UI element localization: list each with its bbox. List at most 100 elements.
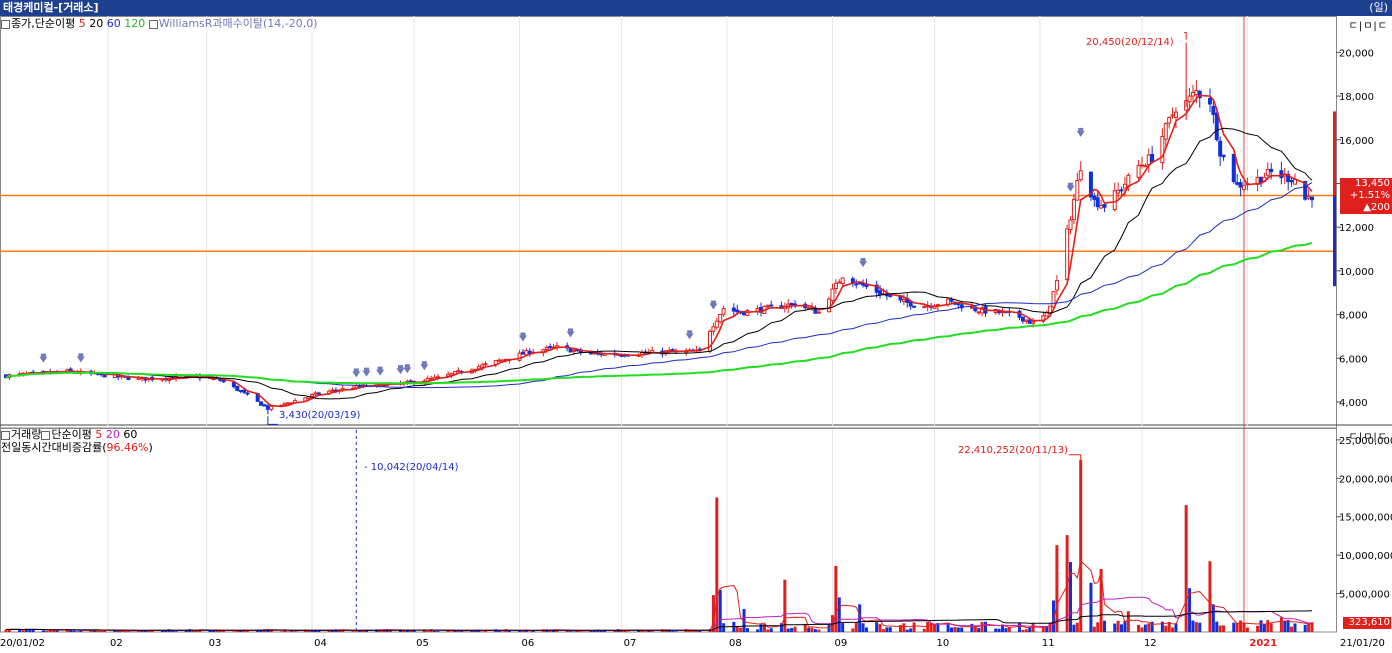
volume-bar [1198,622,1202,632]
candle-body [446,373,451,377]
volume-bar [572,631,576,632]
x-axis-label: 09 [834,638,847,649]
candle-body [1173,111,1178,118]
volume-bar [783,579,787,632]
volume-bar [354,631,358,632]
volume-bar [426,630,430,632]
candle-body [476,366,481,370]
volume-bar [977,628,981,632]
candle-body [136,377,141,380]
volume-bar [956,627,960,632]
low-pointer [267,416,278,425]
volume-y-tick-label: 20,000,000 [1339,474,1392,485]
volume-bar [191,630,195,632]
volume-bar [1143,624,1147,632]
volume-bar [980,621,984,632]
volume-bar [626,631,630,632]
candle-body [1146,154,1151,165]
volume-bar [691,630,695,632]
legend-vol-ma20: 20 [105,428,120,441]
volume-bar [402,630,406,632]
candle-body [1194,90,1199,96]
current-volume-box: 323,610 [1343,617,1391,629]
candle-body [765,305,770,308]
candle-body [1221,154,1226,158]
volume-bar [837,597,841,632]
candle-body [878,290,883,295]
candle-body [806,307,811,310]
candle-body [755,307,760,312]
checkbox-icon[interactable] [1,430,10,440]
candle-body [735,309,740,313]
candle-body [1306,196,1311,199]
volume-bar [875,622,879,632]
checkbox-icon[interactable] [41,430,51,440]
chart-canvas[interactable]: 4,0006,0008,00010,00012,00014,00016,0001… [0,16,1392,653]
ma20-line [5,127,1313,400]
volume-bar [69,630,73,632]
volume-bar [1283,620,1287,632]
volume-bar [317,630,321,632]
checkbox-icon[interactable] [148,19,158,29]
williams-marker-top [78,353,84,357]
price-y-tick-label: 6,000 [1339,354,1368,365]
williams-marker [1076,130,1085,137]
volume-bar [878,624,882,632]
candle-body [816,311,821,314]
period-indicator[interactable]: (일) [1369,0,1388,16]
volume-bar [1089,582,1093,632]
volume-bar [817,629,821,632]
candle-body [949,299,954,302]
candle-body [221,379,226,383]
candle-body [969,306,974,309]
volume-bar [834,565,838,632]
candle-body [568,347,573,353]
volume-bar [1021,629,1025,632]
volume-marker-label: - 10,042(20/04/14) [364,462,459,473]
candle-body [286,402,291,405]
x-axis-label: 10 [936,638,949,649]
volume-bar [45,630,49,632]
volume-bar [456,631,460,632]
volume-bar [881,629,885,632]
volume-change-label: 전일동시간대비증감률( [1,441,107,454]
williams-marker [709,303,718,310]
williams-marker [362,370,371,377]
volume-bar [766,629,770,632]
williams-marker-top [860,258,866,262]
candle-body [1078,170,1083,181]
volume-bar [1293,623,1297,632]
volume-legend: 거래량 단순이평 5 20 60 [1,428,137,441]
volume-bar [671,631,675,632]
williams-marker [685,333,694,340]
window-title: 태경케미컬-[거래소] [3,1,99,14]
volume-bar [96,630,100,632]
volume-bar [997,628,1001,632]
volume-bar [1147,623,1151,632]
volume-bar [994,628,998,632]
candle-body [548,346,553,349]
x-axis-label: 07 [624,638,637,649]
candle-body [830,288,835,302]
candle-body [1102,204,1107,208]
williams-marker [376,369,385,376]
volume-change-close: ) [148,441,153,454]
volume-bar [1218,625,1222,632]
candle-body [708,330,713,352]
volume-bar [885,627,889,632]
volume-bar [813,629,817,632]
volume-bar [1307,623,1311,632]
volume-bar [912,622,916,632]
volume-bar [756,629,760,632]
volume-bar [953,627,957,632]
volume-bar [497,630,501,632]
checkbox-icon[interactable] [1,19,10,29]
volume-bar [841,623,845,632]
candle-body [235,385,240,391]
volume-bar [1290,626,1294,632]
williams-marker [518,335,527,342]
candle-body [1116,189,1121,194]
williams-marker-top [1068,182,1074,186]
volume-change-value: 96.46% [106,441,149,454]
candle-body [956,303,961,306]
